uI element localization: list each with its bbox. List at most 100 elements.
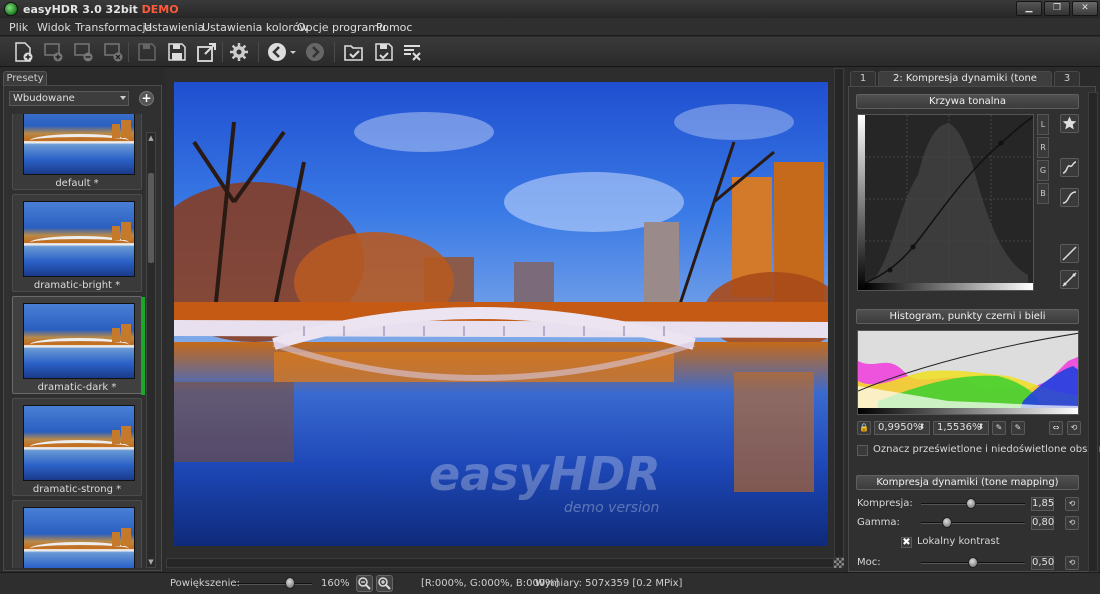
zoom-slider-track[interactable] — [232, 583, 312, 585]
menu-pomoc[interactable]: Pomoc — [376, 21, 412, 34]
menu-transformacja[interactable]: Transformacja — [75, 21, 152, 34]
curve-smooth-icon[interactable] — [1060, 158, 1079, 177]
histogram[interactable] — [857, 330, 1079, 415]
white-point-spinner-icon[interactable]: ⬍ — [974, 421, 988, 435]
zoom-slider-knob[interactable] — [284, 577, 295, 589]
gamma-value[interactable]: 0,80 — [1031, 516, 1054, 530]
compression-knob[interactable] — [965, 498, 976, 509]
preset-item[interactable]: dramatic-strong * — [12, 398, 142, 496]
chevron-down-icon — [120, 96, 126, 100]
strength-reset-icon[interactable]: ⟲ — [1065, 556, 1079, 570]
compression-reset-icon[interactable]: ⟲ — [1065, 497, 1079, 511]
redo-icon[interactable] — [304, 41, 326, 63]
channel-tab-g[interactable]: G — [1037, 160, 1049, 181]
image-vertical-scrollbar[interactable] — [834, 68, 844, 558]
preset-label: dramatic-dark * — [37, 382, 117, 393]
batch-icon[interactable] — [102, 41, 124, 63]
toolbar-separator — [258, 42, 259, 62]
preset-thumbnail — [23, 201, 135, 277]
preset-label: dramatic-bright * — [33, 280, 121, 291]
reset-levels-icon[interactable]: ⟲ — [1067, 421, 1081, 435]
hdr-photo: easyHDR demo version — [174, 82, 828, 546]
menu-bar: Plik Widok Transformacja Ustawienia Usta… — [0, 18, 1100, 36]
tab-step-1[interactable]: 1 — [850, 71, 876, 86]
black-point-spinner-icon[interactable]: ⬍ — [915, 421, 929, 435]
menu-ustawienia[interactable]: Ustawienia — [144, 21, 204, 34]
preset-list: default * dramatic-bright * dramatic-dar… — [9, 114, 145, 568]
auto-levels-icon[interactable]: ⇔ — [1049, 421, 1063, 435]
image-horizontal-scrollbar[interactable] — [166, 558, 834, 568]
menu-ustawienia-kolorow[interactable]: Ustawienia kolorów — [202, 21, 308, 34]
maximize-button[interactable]: ❐ — [1044, 1, 1070, 16]
menu-opcje-programu[interactable]: Opcje programu — [297, 21, 386, 34]
preset-item[interactable]: dramatic-bright * — [12, 194, 142, 292]
slider-gamma: Gamma: 0,80 ⟲ — [857, 516, 1079, 530]
strength-knob[interactable] — [968, 557, 978, 568]
tone-curve-editor[interactable] — [857, 114, 1034, 291]
strength-value[interactable]: 0,50 — [1031, 556, 1054, 570]
app-logo-icon — [4, 2, 18, 16]
settings-scrollbar[interactable] — [1088, 92, 1098, 572]
undo-dropdown-icon[interactable] — [288, 41, 298, 63]
histogram-graph — [858, 331, 1078, 414]
channel-tab-b[interactable]: B — [1037, 183, 1049, 204]
preset-item[interactable] — [12, 500, 142, 568]
checkerboard-toggle-icon[interactable] — [834, 558, 844, 568]
section-header-tone-mapping[interactable]: Kompresja dynamiki (tone mapping) — [856, 475, 1079, 490]
settings-panel: 1 2: Kompresja dynamiki (tone mapping) 3… — [848, 68, 1100, 572]
preset-group-select[interactable]: Wbudowane — [9, 91, 129, 106]
star-preset-icon[interactable] — [1060, 114, 1079, 133]
local-contrast-checkbox[interactable]: ✖ — [901, 537, 912, 548]
compression-value[interactable]: 1,85 — [1031, 497, 1054, 511]
tab-step-2-tone-mapping[interactable]: 2: Kompresja dynamiki (tone mapping) — [878, 71, 1052, 97]
preset-item[interactable]: default * — [12, 114, 142, 190]
image-viewport[interactable]: easyHDR demo version — [166, 68, 846, 572]
save-settings-icon[interactable] — [373, 41, 395, 63]
scroll-thumb[interactable] — [148, 173, 154, 263]
preset-thumbnail — [23, 114, 135, 175]
reset-icon[interactable] — [401, 41, 423, 63]
close-button[interactable]: ✕ — [1072, 1, 1098, 16]
minimize-button[interactable]: ▁ — [1016, 1, 1042, 16]
remove-image-icon[interactable] — [72, 41, 94, 63]
white-eyedropper-icon[interactable]: ✎ — [1011, 421, 1025, 435]
preview-image[interactable]: easyHDR demo version — [174, 82, 828, 546]
zoom-label: Powiększenie: — [170, 578, 240, 589]
curve-reset-icon[interactable] — [1060, 270, 1079, 289]
section-header-histogram[interactable]: Histogram, punkty czerni i bieli — [856, 309, 1079, 324]
save-icon[interactable] — [166, 41, 188, 63]
section-header-tone-curve[interactable]: Krzywa tonalna — [856, 94, 1079, 109]
strength-label: Moc: — [857, 557, 881, 568]
gamma-knob[interactable] — [942, 517, 952, 528]
scroll-down-icon[interactable]: ▼ — [147, 557, 155, 567]
add-images-icon[interactable] — [42, 41, 64, 63]
gamma-track[interactable] — [921, 522, 1025, 524]
channel-tab-l[interactable]: L — [1037, 114, 1049, 135]
curve-linear-icon[interactable] — [1060, 244, 1079, 263]
mark-clipping-checkbox[interactable] — [857, 445, 868, 456]
add-preset-button[interactable]: + — [139, 91, 154, 106]
curve-s-icon[interactable] — [1060, 188, 1079, 207]
export-icon[interactable] — [196, 41, 218, 63]
black-eyedropper-icon[interactable]: ✎ — [992, 421, 1006, 435]
preset-item-active[interactable]: dramatic-dark * — [12, 296, 145, 395]
title-bar: easyHDR 3.0 32bit DEMO ▁ ❐ ✕ — [0, 0, 1100, 18]
slider-strength: Moc: 0,50 ⟲ — [857, 556, 1079, 570]
open-folder-icon[interactable] — [343, 41, 365, 63]
window-title: easyHDR 3.0 32bit DEMO — [23, 3, 179, 16]
save-disabled-icon[interactable] — [136, 41, 158, 63]
menu-widok[interactable]: Widok — [37, 21, 71, 34]
scroll-up-icon[interactable]: ▲ — [147, 133, 155, 143]
tab-presets[interactable]: Presety — [3, 71, 47, 86]
presets-scrollbar[interactable]: ▲ ▼ — [146, 132, 156, 568]
channel-tab-r[interactable]: R — [1037, 137, 1049, 158]
undo-icon[interactable] — [266, 41, 288, 63]
settings-gear-icon[interactable] — [228, 41, 250, 63]
zoom-out-icon[interactable] — [356, 575, 373, 592]
gamma-reset-icon[interactable]: ⟲ — [1065, 516, 1079, 530]
tab-step-3[interactable]: 3 — [1054, 71, 1080, 86]
zoom-in-icon[interactable] — [376, 575, 393, 592]
menu-plik[interactable]: Plik — [9, 21, 28, 34]
new-hdr-icon[interactable] — [12, 41, 34, 63]
lock-icon[interactable]: 🔒 — [857, 421, 871, 435]
